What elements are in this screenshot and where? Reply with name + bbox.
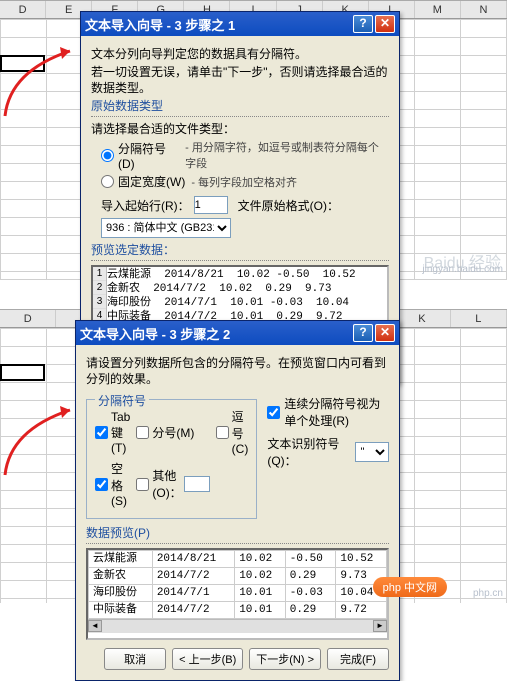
col-h: D xyxy=(0,1,46,18)
preview-box-2: 云煤能源2014/8/2110.02-0.5010.52 金新农2014/7/2… xyxy=(86,548,389,640)
cancel-button[interactable]: 取消 xyxy=(104,648,166,670)
delimited-desc: - 用分隔字符，如逗号或制表符分隔每个字段 xyxy=(185,139,389,171)
divider xyxy=(91,116,389,117)
qualifier-dropdown[interactable]: " xyxy=(355,442,389,462)
horizontal-scrollbar[interactable]: ◄ ► xyxy=(88,619,387,633)
merge-label[interactable]: 连续分隔符号视为单个处理(R) xyxy=(284,395,389,429)
comma-checkbox[interactable] xyxy=(216,426,229,439)
file-format-label: 文件原始格式(O)： xyxy=(238,197,339,214)
qualifier-label: 文本识别符号(Q)： xyxy=(267,435,351,469)
wizard-dialog-step2: 文本导入向导 - 3 步骤之 2 ? ✕ 请设置分列数据所包含的分隔符号。在预览… xyxy=(75,320,400,681)
delimited-label[interactable]: 分隔符号(D) xyxy=(118,140,179,171)
start-row-spinner[interactable] xyxy=(194,196,228,214)
merge-checkbox[interactable] xyxy=(267,406,280,419)
col-h: N xyxy=(461,1,507,18)
next-button[interactable]: 下一步(N) > xyxy=(249,648,321,670)
divider xyxy=(86,543,389,544)
spreadsheet-top: D E F G H I J K L M N 文本导入向导 - 3 步骤之 1 ?… xyxy=(0,0,507,279)
close-icon[interactable]: ✕ xyxy=(375,324,395,342)
comma-label[interactable]: 逗号(C) xyxy=(232,408,249,456)
delimiters-legend: 分隔符号 xyxy=(95,392,149,409)
encoding-dropdown[interactable]: 936 : 简体中文 (GB2312) xyxy=(101,218,231,238)
table-row: 金新农2014/7/210.020.299.73 xyxy=(89,568,387,585)
other-checkbox[interactable] xyxy=(136,478,149,491)
spreadsheet-bottom: D E F G H I J K L 文本导入向导 - 3 步骤之 2 ? ✕ 请… xyxy=(0,309,507,603)
title-text: 文本导入向导 - 3 步骤之 2 xyxy=(80,324,351,343)
fixed-width-desc: - 每列字段加空格对齐 xyxy=(191,174,297,190)
choose-text: 请选择最合适的文件类型： xyxy=(91,121,389,137)
row-num: 1 xyxy=(93,267,106,281)
back-button[interactable]: < 上一步(B) xyxy=(172,648,243,670)
scroll-left-icon[interactable]: ◄ xyxy=(88,620,102,632)
tab-checkbox[interactable] xyxy=(95,426,108,439)
phpcn-watermark: php.cn xyxy=(473,588,503,599)
semicolon-label[interactable]: 分号(M) xyxy=(152,424,194,441)
other-label[interactable]: 其他(O)： xyxy=(152,467,181,501)
titlebar[interactable]: 文本导入向导 - 3 步骤之 2 ? ✕ xyxy=(76,321,399,345)
other-delim-input[interactable] xyxy=(184,476,210,492)
intro-2: 若一切设置无误，请单击"下一步"，否则请选择最合适的数据类型。 xyxy=(91,64,389,96)
title-text: 文本导入向导 - 3 步骤之 1 xyxy=(85,15,351,34)
col-h: K xyxy=(394,310,450,327)
delimiters-fieldset: 分隔符号 Tab 键(T) 分号(M) 逗号(C) 空格(S) 其他(O)： xyxy=(86,399,257,519)
space-checkbox[interactable] xyxy=(95,478,108,491)
row-num: 3 xyxy=(93,295,106,309)
start-row-label: 导入起始行(R)： xyxy=(101,197,190,214)
table-row: 中际装备2014/7/210.010.299.72 xyxy=(89,602,387,619)
semicolon-checkbox[interactable] xyxy=(136,426,149,439)
php-badge: php 中文网 xyxy=(373,577,447,597)
close-icon[interactable]: ✕ xyxy=(375,15,395,33)
preview-label: 预览选定数据： xyxy=(91,242,389,258)
intro-text: 请设置分列数据所包含的分隔符号。在预览窗口内可看到分列的效果。 xyxy=(86,355,389,387)
finish-button[interactable]: 完成(F) xyxy=(327,648,389,670)
col-h: M xyxy=(415,1,461,18)
col-h: D xyxy=(0,310,56,327)
selected-cell[interactable] xyxy=(0,364,45,381)
divider xyxy=(91,260,389,261)
help-icon[interactable]: ? xyxy=(353,324,373,342)
preview-lines: 云煤能源 2014/8/21 10.02 -0.50 10.52 金新农 201… xyxy=(93,267,387,325)
help-icon[interactable]: ? xyxy=(353,15,373,33)
fixed-width-label[interactable]: 固定宽度(W) xyxy=(118,173,185,190)
orig-type-label: 原始数据类型 xyxy=(91,98,389,114)
fixed-width-radio[interactable] xyxy=(101,175,114,188)
intro-1: 文本分列向导判定您的数据具有分隔符。 xyxy=(91,46,389,62)
table-row: 云煤能源2014/8/2110.02-0.5010.52 xyxy=(89,551,387,568)
url-watermark: jingyan.baidu.com xyxy=(422,264,503,275)
annotation-arrow-1 xyxy=(0,41,90,121)
delimited-radio[interactable] xyxy=(101,149,114,162)
space-label[interactable]: 空格(S) xyxy=(111,460,130,508)
preview-label2: 数据预览(P) xyxy=(86,525,389,541)
row-num: 2 xyxy=(93,281,106,295)
col-h: L xyxy=(451,310,507,327)
tab-label[interactable]: Tab 键(T) xyxy=(111,410,130,455)
table-row: 海印股份2014/7/110.01-0.0310.04 xyxy=(89,585,387,602)
titlebar[interactable]: 文本导入向导 - 3 步骤之 1 ? ✕ xyxy=(81,12,399,36)
scroll-right-icon[interactable]: ► xyxy=(373,620,387,632)
